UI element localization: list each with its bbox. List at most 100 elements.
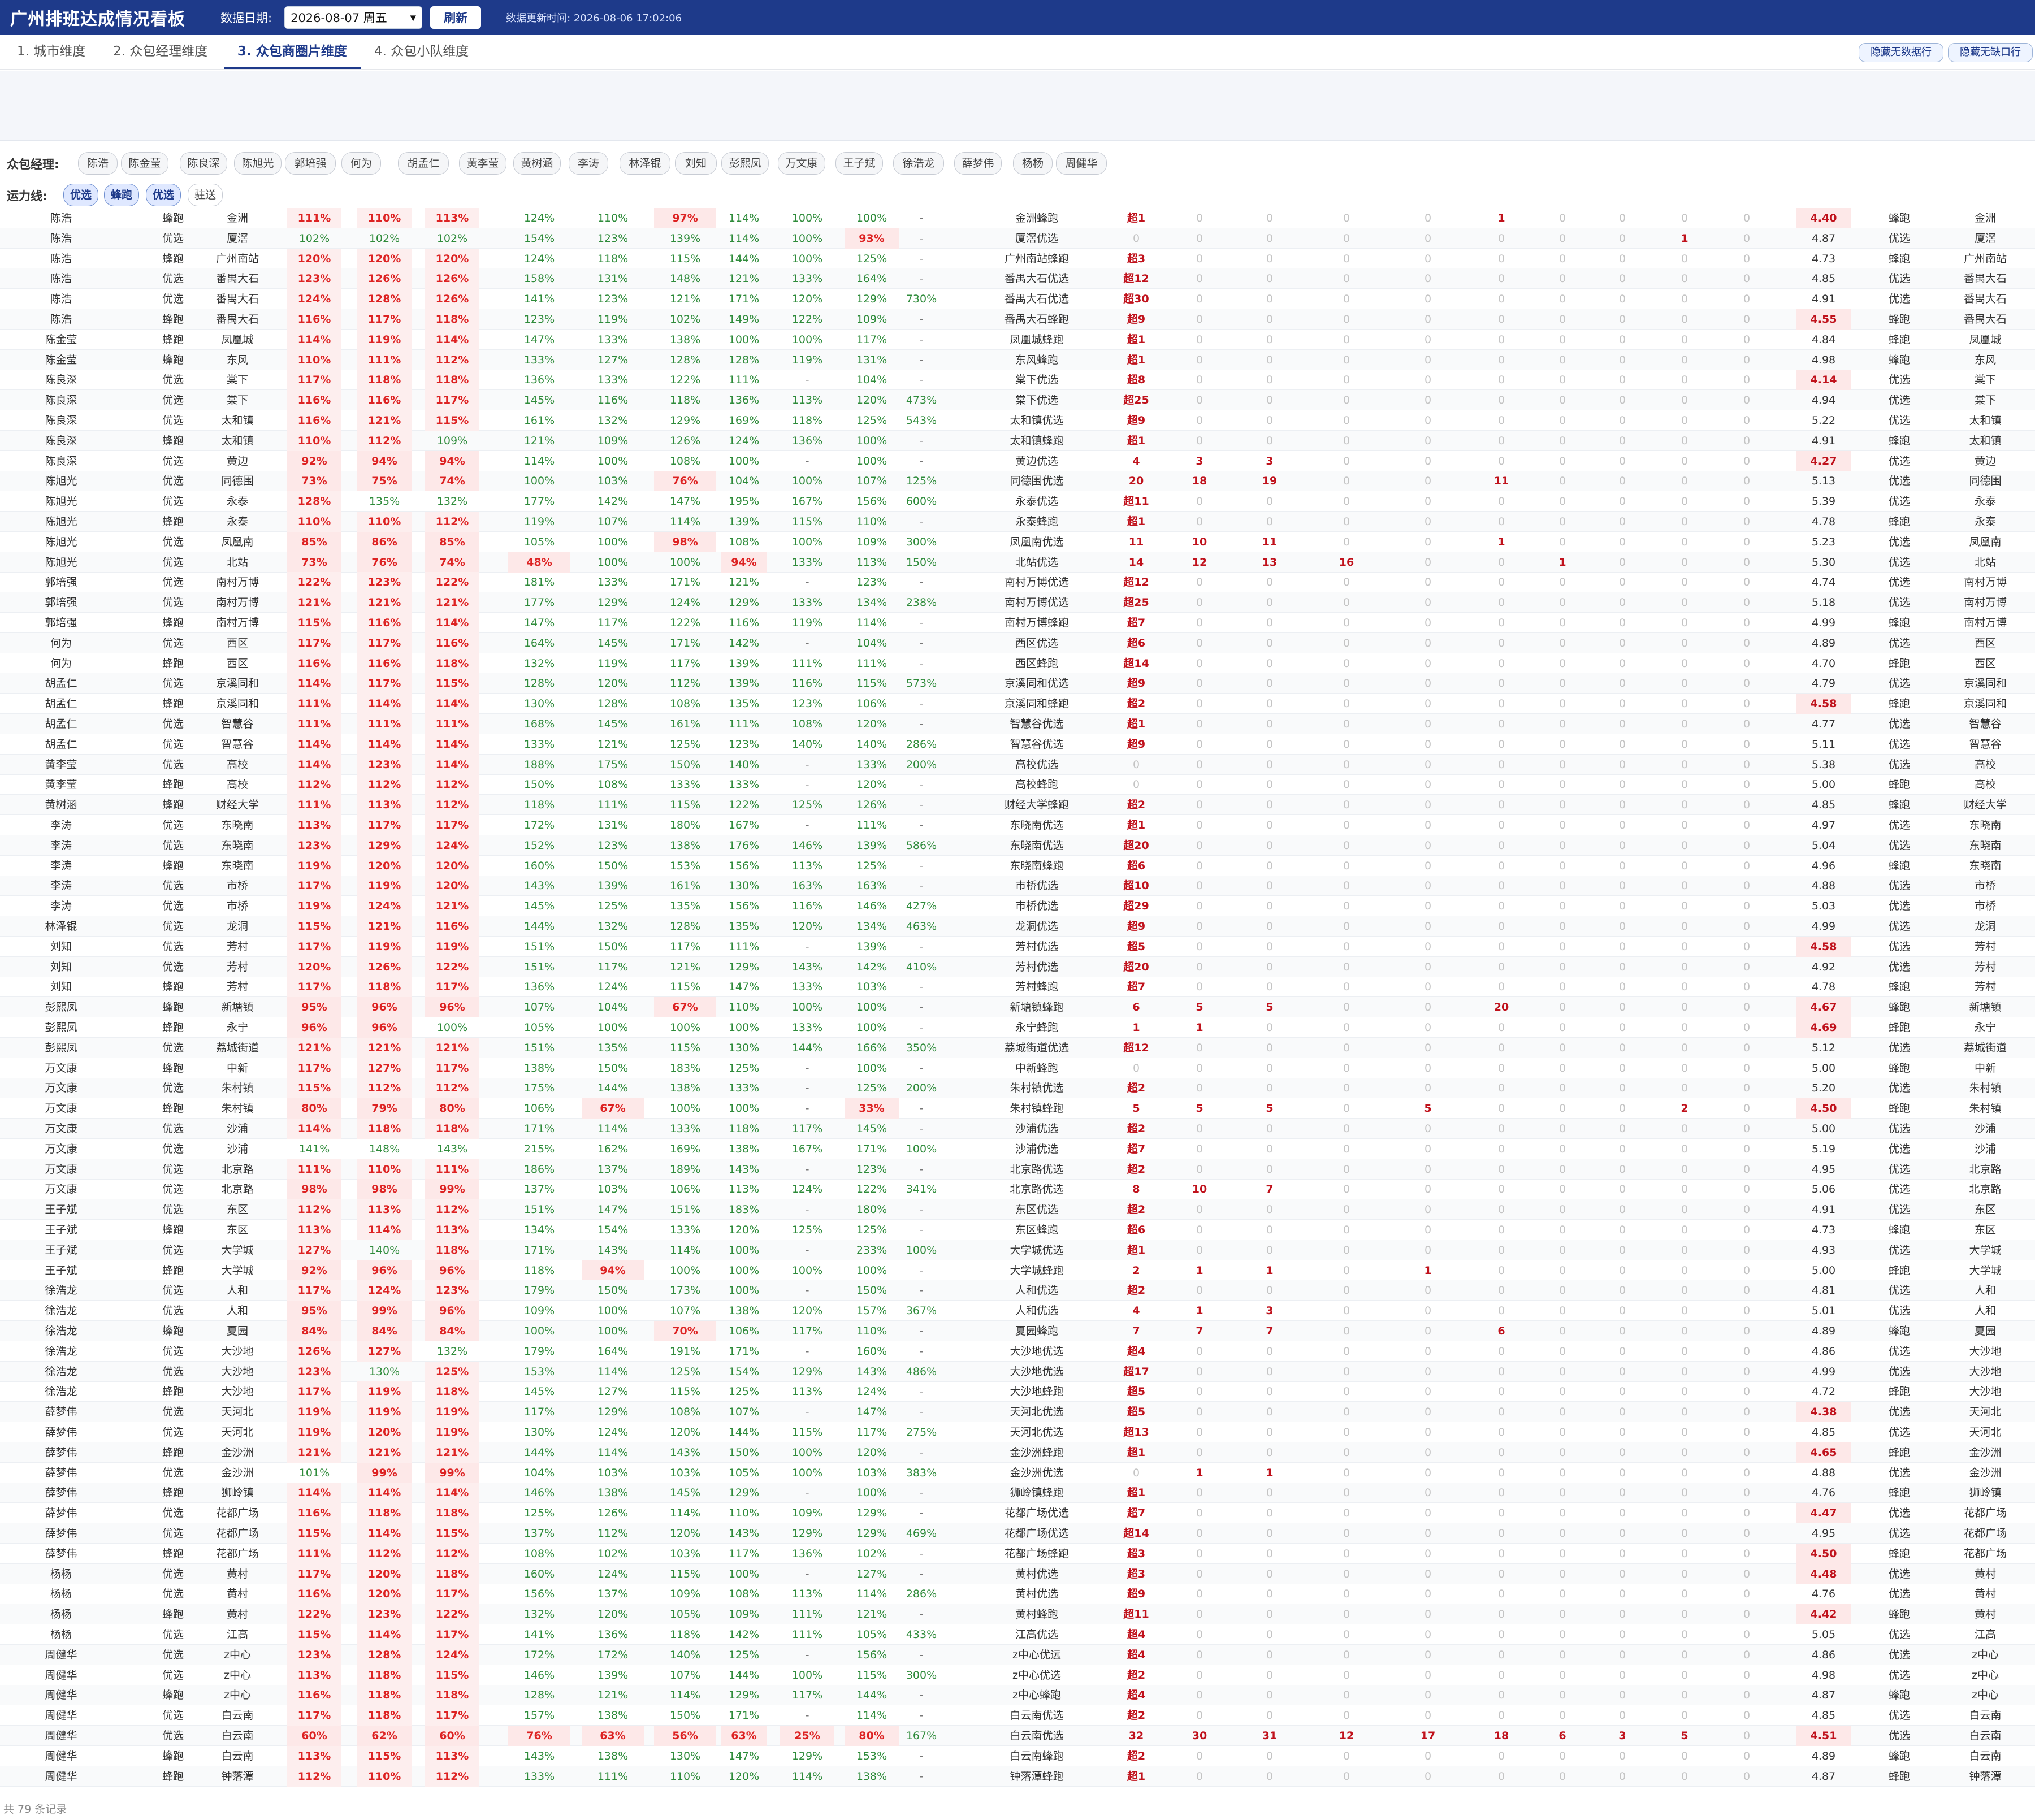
table-row: 王子斌 蜂跑 大学城 92% 96% 96% 118% 94% 100% 100% 100% 100%… <box>0 1260 2035 1281</box>
table-row: 周健华 优选 z中心 113% 118% 115% 146% 139% 107% 144% 100%… <box>0 1665 2035 1685</box>
cell-rate-7: 124% <box>728 434 760 447</box>
cell-area-2: 黄村 <box>1974 1567 1996 1580</box>
manager-chip[interactable]: 黄树涵 <box>513 152 561 175</box>
cell-manager: 陈金莹 <box>45 353 77 366</box>
cell-gap-9: 0 <box>1681 596 1688 609</box>
hide-no-data-button[interactable]: 隐藏无数据行 <box>1859 43 1943 62</box>
manager-chip[interactable]: 刘知 <box>675 152 717 175</box>
cell-rate-4: 121% <box>523 434 555 447</box>
cell-gap-3: 0 <box>1266 313 1274 326</box>
cell-line: 蜂跑 <box>162 617 184 629</box>
cell-rate-3: 119% <box>425 936 479 957</box>
cell-gap-4: 0 <box>1343 252 1350 265</box>
cell-rate-extra: - <box>919 778 924 791</box>
cell-score: 5.12 <box>1811 1041 1836 1054</box>
cell-score: 4.50 <box>1796 1543 1851 1564</box>
cell-area-2: 大学城 <box>1969 1243 2002 1256</box>
cell-gap-10: 0 <box>1743 1567 1751 1580</box>
cell-rate-7: 144% <box>728 1426 760 1438</box>
cell-rate-6: 106% <box>669 1183 701 1196</box>
line-chip-fengpao[interactable]: 蜂跑 <box>104 184 139 206</box>
cell-rate-2: 114% <box>357 1220 412 1240</box>
cell-gap-3: 0 <box>1266 1163 1274 1176</box>
cell-gap-9: 0 <box>1681 1305 1688 1318</box>
cell-team-name: 永泰优选 <box>1015 495 1058 508</box>
cell-score: 4.76 <box>1811 1487 1836 1500</box>
cell-rate-3: 115% <box>425 1665 479 1685</box>
cell-gap-10: 0 <box>1743 1749 1751 1762</box>
cell-gap-4: 0 <box>1343 535 1350 548</box>
cell-rate-3: 99% <box>425 1179 479 1200</box>
cell-gap-5: 0 <box>1424 1770 1432 1783</box>
cell-gap-2: 0 <box>1196 1487 1203 1500</box>
cell-rate-extra: 573% <box>906 677 937 690</box>
cell-rate-9: 100% <box>856 1001 887 1014</box>
cell-rate-8: - <box>805 1648 809 1661</box>
cell-manager: 何为 <box>50 636 72 649</box>
cell-manager: 陈旭光 <box>45 556 77 569</box>
manager-chip[interactable]: 陈旭光 <box>234 152 282 175</box>
cell-gap-1: 超12 <box>1123 272 1149 285</box>
manager-chip[interactable]: 郭培强 <box>285 152 336 175</box>
cell-rate-4: 100% <box>523 475 555 488</box>
cell-rate-4: 118% <box>523 1264 555 1277</box>
table-row: 薛梦伟 优选 花都广场 116% 118% 118% 125% 126% 114% 110% 109… <box>0 1503 2035 1524</box>
cell-gap-2: 0 <box>1196 900 1203 913</box>
cell-rate-6: 161% <box>669 718 701 730</box>
manager-chip[interactable]: 王子斌 <box>835 152 883 175</box>
manager-chip[interactable]: 彭熙凤 <box>721 152 769 175</box>
cell-rate-1: 116% <box>287 309 341 330</box>
cell-gap-8: 0 <box>1618 1426 1626 1438</box>
cell-rate-2: 120% <box>357 1584 412 1605</box>
line-chip-youxuan[interactable]: 优选 <box>63 184 98 206</box>
cell-gap-2: 0 <box>1196 1527 1203 1540</box>
manager-chip[interactable]: 胡孟仁 <box>398 152 449 175</box>
line-chip-zhusong[interactable]: 驻送 <box>188 184 223 206</box>
cell-rate-6: 122% <box>669 617 701 629</box>
cell-line-2: 优选 <box>1888 1567 1910 1580</box>
tab-manager[interactable]: 2. 众包经理维度 <box>113 42 215 69</box>
cell-rate-extra: 473% <box>906 394 937 407</box>
table-row: 陈浩 优选 番禺大石 123% 126% 126% 158% 131% 148% 121% 133%… <box>0 268 2035 289</box>
manager-chip[interactable]: 陈浩 <box>78 152 118 175</box>
manager-chip[interactable]: 周健华 <box>1056 152 1107 175</box>
cell-rate-6: 121% <box>669 960 701 973</box>
date-select[interactable]: 2026-08-07 周五 ▾ <box>284 6 423 29</box>
manager-chip[interactable]: 陈金莹 <box>121 152 168 175</box>
manager-chip[interactable]: 徐浩龙 <box>893 152 944 175</box>
cell-gap-5: 0 <box>1424 1527 1432 1540</box>
cell-gap-4: 0 <box>1343 677 1350 690</box>
refresh-button[interactable]: 刷新 <box>430 6 482 29</box>
manager-chip[interactable]: 何为 <box>341 152 381 175</box>
manager-chip[interactable]: 李涛 <box>569 152 608 175</box>
manager-chip[interactable]: 薛梦伟 <box>954 152 1002 175</box>
cell-area-2: 朱村镇 <box>1969 1082 2002 1095</box>
cell-gap-5: 0 <box>1424 1021 1432 1034</box>
manager-chip[interactable]: 万文康 <box>778 152 825 175</box>
cell-score: 4.38 <box>1796 1402 1851 1423</box>
cell-gap-6: 0 <box>1497 454 1505 467</box>
tab-team[interactable]: 4. 众包小队维度 <box>374 42 476 69</box>
cell-rate-1: 121% <box>287 1442 341 1463</box>
hide-no-gap-button[interactable]: 隐藏无缺口行 <box>1948 43 2033 62</box>
tab-business-area[interactable]: 3. 众包商圈片维度 <box>224 42 361 69</box>
cell-gap-6: 0 <box>1497 434 1505 447</box>
cell-area-2: 金沙洲 <box>1969 1446 2002 1459</box>
cell-gap-2: 0 <box>1196 1426 1203 1438</box>
line-chip-youxuan-2[interactable]: 优选 <box>146 184 181 206</box>
manager-chip[interactable]: 林泽锟 <box>620 152 670 175</box>
cell-area-2: 花都广场 <box>1963 1527 2007 1540</box>
table-row: 陈旭光 蜂跑 永泰 110% 110% 112% 119% 107% 114% 139% 115% 1… <box>0 512 2035 532</box>
tab-city[interactable]: 1. 城市维度 <box>17 42 90 69</box>
cell-area-2: 南村万博 <box>1963 596 2007 609</box>
cell-gap-10: 0 <box>1743 1305 1751 1318</box>
cell-gap-10: 0 <box>1743 697 1751 710</box>
table-row: 周健华 优选 白云南 60% 62% 60% 76% 63% 56% 63% 25% 80% 167% 白… <box>0 1726 2035 1746</box>
manager-chip[interactable]: 陈良深 <box>180 152 227 175</box>
cell-rate-2: 120% <box>357 1422 412 1442</box>
cell-gap-7: 0 <box>1558 1305 1566 1318</box>
manager-chip[interactable]: 黄李莹 <box>459 152 506 175</box>
manager-chip[interactable]: 杨杨 <box>1013 152 1053 175</box>
cell-gap-2: 0 <box>1196 1142 1203 1155</box>
cell-rate-4: 128% <box>523 677 555 690</box>
